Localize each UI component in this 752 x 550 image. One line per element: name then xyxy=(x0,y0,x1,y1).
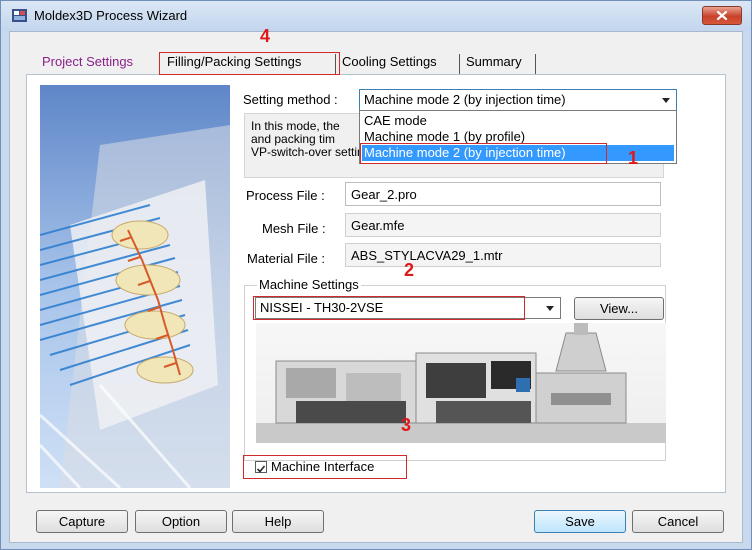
annotation-box-filling-tab xyxy=(159,52,340,75)
window-title: Moldex3D Process Wizard xyxy=(34,8,188,23)
tab-cooling-settings[interactable]: Cooling Settings xyxy=(342,50,437,74)
cancel-button[interactable]: Cancel xyxy=(632,510,724,533)
chevron-down-icon xyxy=(546,306,554,311)
annotation-number: 3 xyxy=(401,415,412,435)
mesh-file-label: Mesh File : xyxy=(262,221,326,236)
close-icon xyxy=(716,10,728,21)
tab-summary[interactable]: Summary xyxy=(466,50,522,74)
save-button[interactable]: Save xyxy=(534,510,626,533)
close-button[interactable] xyxy=(702,6,742,25)
capture-button[interactable]: Capture xyxy=(36,510,128,533)
option-cae-mode[interactable]: CAE mode xyxy=(362,113,427,129)
material-file-value: ABS_STYLACVA29_1.mtr xyxy=(345,243,661,267)
process-file-label: Process File : xyxy=(246,188,325,203)
chevron-down-icon xyxy=(662,98,670,103)
process-file-input[interactable]: Gear_2.pro xyxy=(345,182,661,206)
annotation-number: 4 xyxy=(260,26,271,46)
machine-photo xyxy=(256,323,666,443)
setting-method-combobox[interactable]: Machine mode 2 (by injection time) xyxy=(359,89,677,111)
app-icon xyxy=(12,9,27,22)
annotation-number: 2 xyxy=(404,260,415,280)
tab-project-settings[interactable]: Project Settings xyxy=(42,50,133,74)
help-button[interactable]: Help xyxy=(232,510,324,533)
mold-gear-image xyxy=(40,85,230,488)
setting-method-label: Setting method : xyxy=(243,92,338,107)
view-machine-button[interactable]: View... xyxy=(574,297,664,320)
annotation-number: 1 xyxy=(628,148,639,168)
annotation-box-machine-interface xyxy=(243,455,407,479)
injection-machine-image xyxy=(256,323,666,443)
material-file-label: Material File : xyxy=(247,251,326,266)
annotation-box-mode-option xyxy=(360,143,607,164)
annotation-box-machine-select xyxy=(253,296,525,320)
tab-separator xyxy=(459,54,460,74)
tab-separator xyxy=(535,54,536,74)
title-bar[interactable]: Moldex3D Process Wizard xyxy=(1,1,751,31)
setting-method-value: Machine mode 2 (by injection time) xyxy=(364,92,566,107)
option-button[interactable]: Option xyxy=(135,510,227,533)
machine-settings-label: Machine Settings xyxy=(257,277,361,292)
mold-illustration xyxy=(40,85,230,488)
mesh-file-value: Gear.mfe xyxy=(345,213,661,237)
